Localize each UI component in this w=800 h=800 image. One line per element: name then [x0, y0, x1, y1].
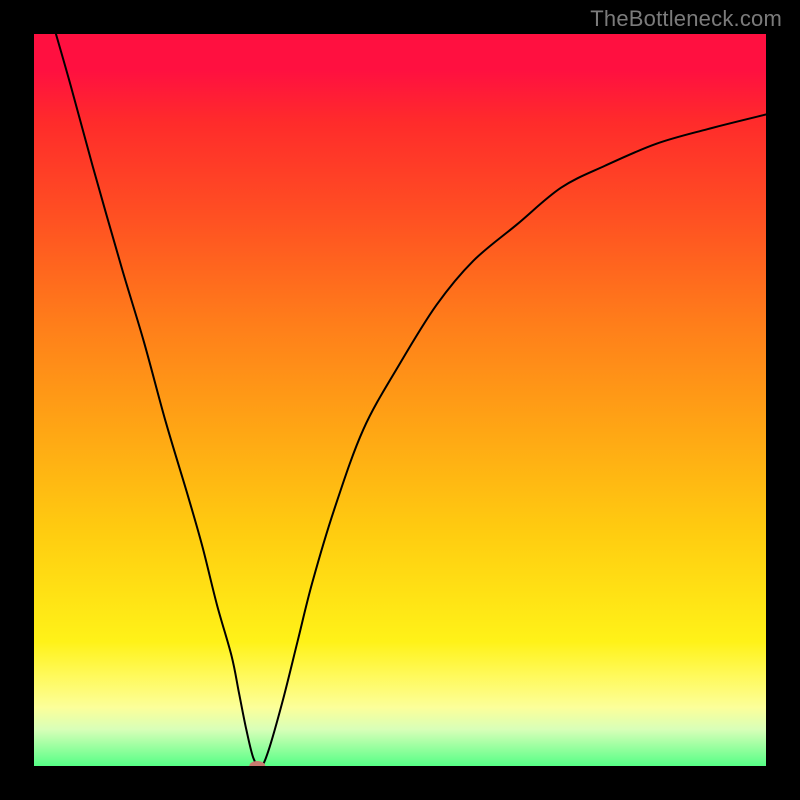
chart-svg: [34, 34, 766, 766]
chart-frame: [34, 34, 766, 766]
watermark: TheBottleneck.com: [590, 6, 782, 32]
bottleneck-curve-line: [56, 34, 766, 766]
min-point-marker: [249, 761, 265, 766]
